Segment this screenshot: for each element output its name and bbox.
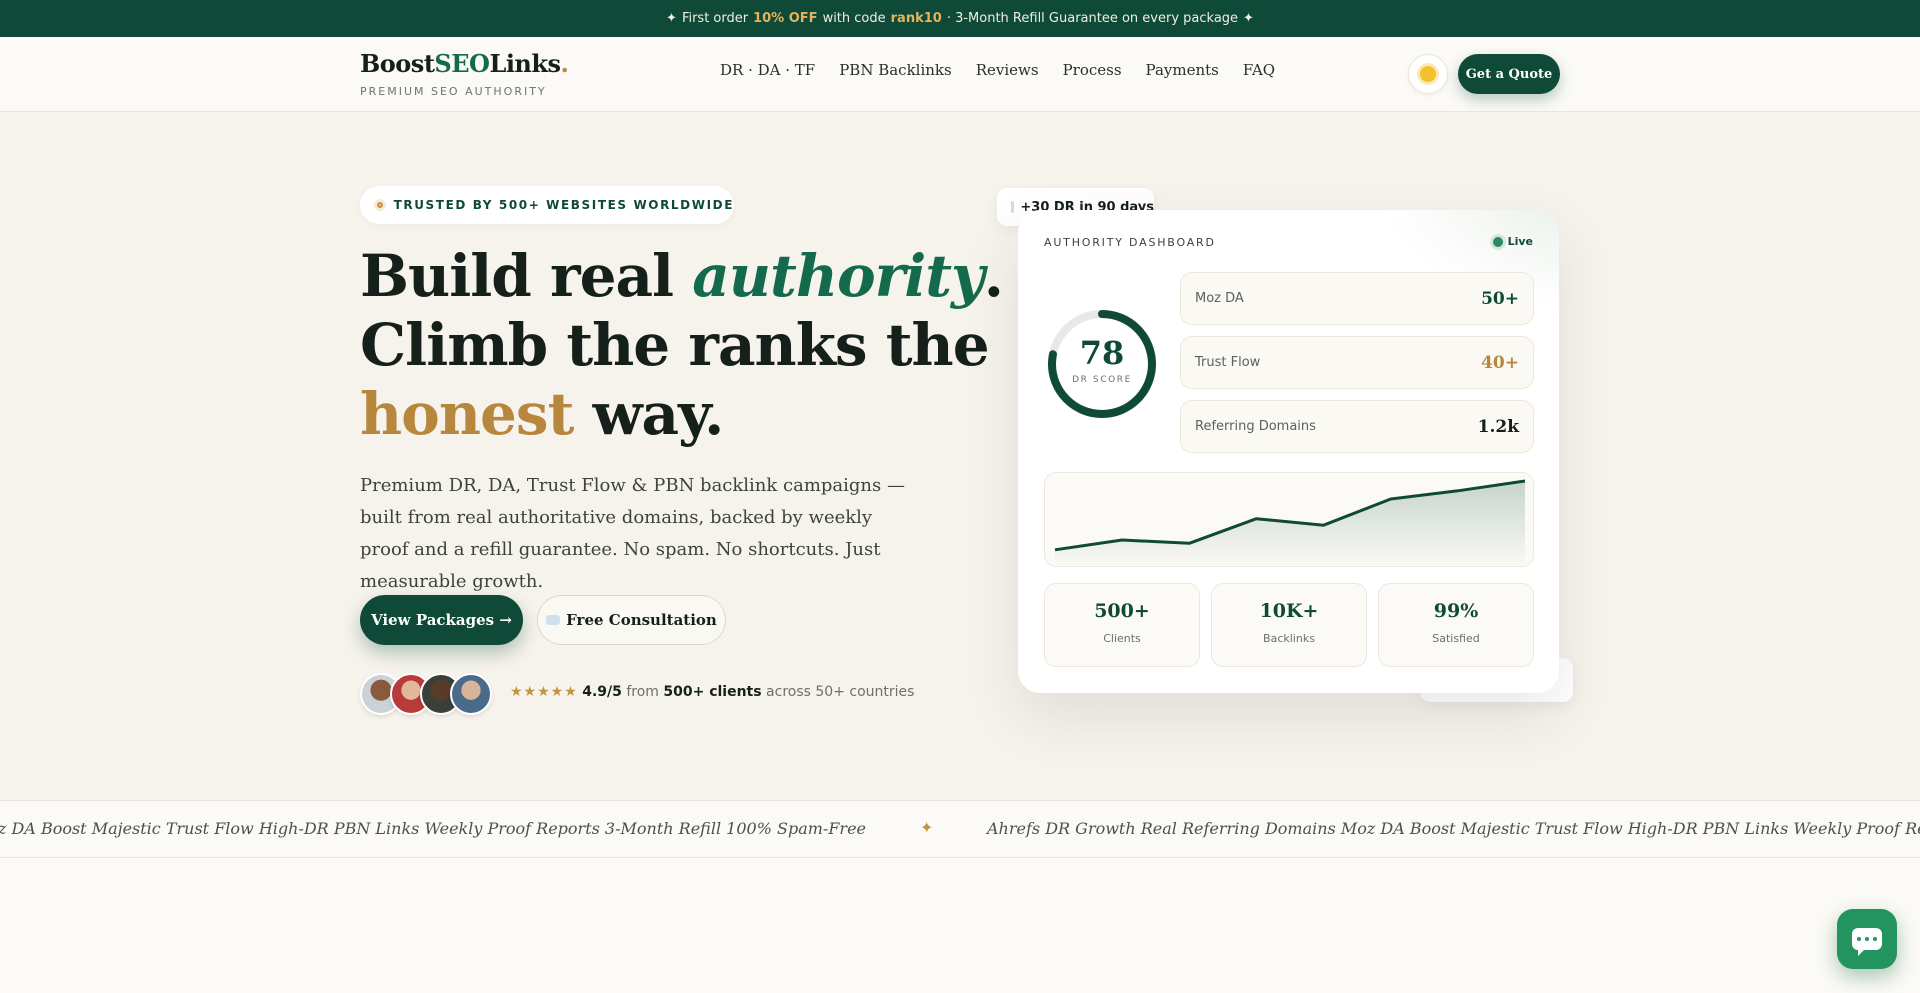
dr-score-value: 78 <box>1079 334 1125 372</box>
logo-wordmark: BoostSEOLinks. <box>360 49 569 78</box>
headline-period: . <box>983 242 1004 310</box>
free-consultation-label: Free Consultation <box>566 611 717 629</box>
stat-satisfied: 99% Satisfied <box>1378 583 1534 667</box>
chat-button[interactable] <box>1837 909 1897 969</box>
stat-clients: 500+ Clients <box>1044 583 1200 667</box>
stat-backlinks: 10K+ Backlinks <box>1211 583 1367 667</box>
live-dot-icon <box>1492 236 1503 247</box>
stat-label: Backlinks <box>1263 632 1315 645</box>
trend-area <box>1055 481 1525 566</box>
proof-clients: 500+ clients <box>663 684 762 700</box>
proof-from: from <box>626 684 659 700</box>
headline-authority: authority <box>692 242 984 310</box>
trend-chart <box>1044 472 1534 567</box>
dr-score-label: DR SCORE <box>1072 375 1132 385</box>
nav-reviews[interactable]: Reviews <box>976 61 1039 79</box>
sparkle-icon: ✦ <box>666 11 677 26</box>
nav-process[interactable]: Process <box>1063 61 1122 79</box>
announcement-code: rank10 <box>890 11 942 26</box>
star-rating-icon: ★★★★★ <box>510 684 578 700</box>
get-quote-button[interactable]: Get a Quote <box>1458 54 1560 94</box>
stat-label: Satisfied <box>1432 632 1480 645</box>
logo-dot: . <box>560 49 569 78</box>
logo-tagline: PREMIUM SEO AUTHORITY <box>360 85 547 98</box>
stat-value: 10K+ <box>1259 600 1319 622</box>
theme-toggle-button[interactable] <box>1408 54 1448 94</box>
logo-part-boost: Boost <box>360 49 435 78</box>
authority-dashboard: AUTHORITY DASHBOARD Live 78 DR SCORE Moz… <box>1018 210 1559 693</box>
announcement-text-1: First order <box>681 11 749 26</box>
announcement-text-2: with code <box>822 11 886 26</box>
trust-badge-text: TRUSTED BY 500+ WEBSITES WORLDWIDE <box>393 198 734 212</box>
nav-pbn-backlinks[interactable]: PBN Backlinks <box>839 61 952 79</box>
metric-trust-flow: Trust Flow 40+ <box>1180 336 1534 389</box>
free-consultation-button[interactable]: Free Consultation <box>537 595 726 645</box>
rating-value: 4.9/5 <box>582 684 622 700</box>
live-indicator: Live <box>1492 235 1533 248</box>
social-proof: ★★★★★ 4.9/5 from 500+ clients across 50+… <box>510 684 914 700</box>
metric-label: Moz DA <box>1195 291 1244 306</box>
live-label: Live <box>1507 235 1533 248</box>
sparkle-icon: ✦ <box>920 818 934 837</box>
logo-part-links: Links <box>489 49 561 78</box>
metric-value: 40+ <box>1481 352 1519 373</box>
announcement-bar: ✦ First order 10% OFF with code rank10 ·… <box>0 0 1920 37</box>
headline-way: way. <box>573 380 725 448</box>
metric-referring-domains: Referring Domains 1.2k <box>1180 400 1534 453</box>
stat-value: 500+ <box>1094 600 1150 622</box>
marquee-text-left: Referring Domains Moz DA Boost Majestic … <box>0 819 866 838</box>
headline-line-2: Climb the ranks the <box>360 311 990 379</box>
metric-value: 1.2k <box>1477 416 1519 437</box>
metric-moz-da: Moz DA 50+ <box>1180 272 1534 325</box>
trend-sparkline <box>1054 479 1526 566</box>
nav-metrics[interactable]: DR · DA · TF <box>720 61 815 79</box>
proof-countries: across 50+ countries <box>766 684 915 700</box>
sparkle-icon: ✦ <box>1243 11 1254 26</box>
nav-payments[interactable]: Payments <box>1146 61 1219 79</box>
trust-badge: TRUSTED BY 500+ WEBSITES WORLDWIDE <box>360 186 734 224</box>
main-nav: DR · DA · TF PBN Backlinks Reviews Proce… <box>720 61 1275 79</box>
badge-dot-icon <box>374 199 386 211</box>
view-packages-button[interactable]: View Packages → <box>360 595 523 645</box>
logo[interactable]: BoostSEOLinks. PREMIUM SEO AUTHORITY <box>360 49 569 98</box>
announcement-text-3: · 3-Month Refill Guarantee on every pack… <box>946 11 1239 26</box>
hero-headline: Build real authority. Climb the ranks th… <box>360 242 1004 449</box>
nav-faq[interactable]: FAQ <box>1243 61 1275 79</box>
stat-label: Clients <box>1103 632 1141 645</box>
stat-value: 99% <box>1433 600 1479 622</box>
avatar <box>450 673 492 715</box>
speech-bubble-icon <box>546 615 561 625</box>
chart-icon <box>1011 201 1015 213</box>
announcement-discount: 10% OFF <box>753 11 818 26</box>
metric-label: Trust Flow <box>1195 355 1261 370</box>
hero-subcopy: Premium DR, DA, Trust Flow & PBN backlin… <box>360 475 905 592</box>
headline-text: Build real <box>360 242 693 310</box>
page-lower-section <box>0 858 1920 993</box>
metric-value: 50+ <box>1481 288 1519 309</box>
client-avatars <box>360 673 496 715</box>
site-header: BoostSEOLinks. PREMIUM SEO AUTHORITY DR … <box>0 37 1920 112</box>
chat-icon <box>1852 928 1882 956</box>
dashboard-title: AUTHORITY DASHBOARD <box>1044 236 1216 249</box>
marquee-text-right: Ahrefs DR Growth Real Referring Domains … <box>987 819 1920 838</box>
features-marquee: Referring Domains Moz DA Boost Majestic … <box>0 800 1920 858</box>
metric-label: Referring Domains <box>1195 419 1316 434</box>
headline-honest: honest <box>360 380 574 448</box>
sun-icon <box>1420 66 1436 82</box>
logo-part-seo: SEO <box>434 49 490 78</box>
